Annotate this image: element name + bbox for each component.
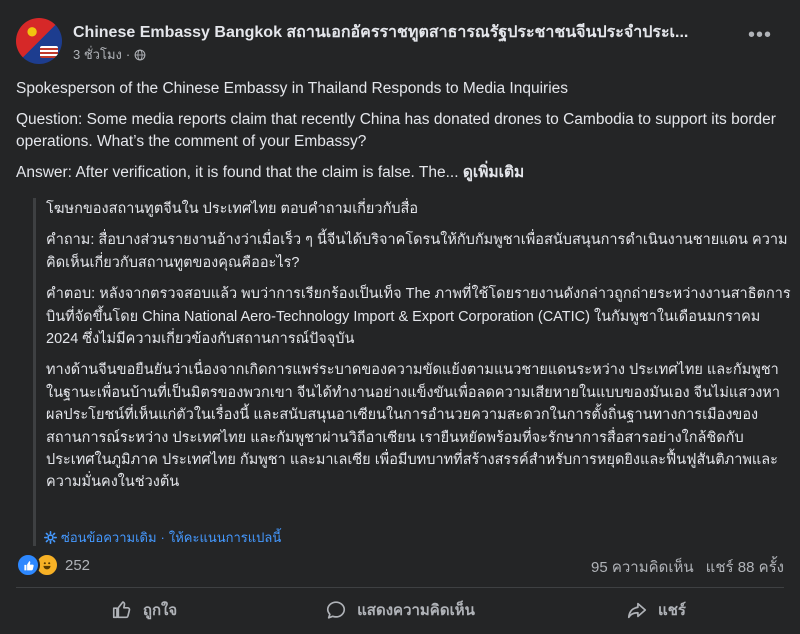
meta-separator: · — [125, 47, 131, 62]
translation-paragraph: คำตอบ: หลังจากตรวจสอบแล้ว พบว่าการเรียกร… — [46, 286, 791, 348]
share-icon — [627, 602, 647, 619]
link-separator: · — [160, 530, 165, 545]
share-count-link[interactable]: แชร์ 88 ครั้ง — [706, 555, 784, 579]
post-paragraph-answer: Answer: After verification, it is found … — [16, 162, 784, 184]
comment-label: แสดงความคิดเห็น — [357, 602, 475, 619]
post-actions: ถูกใจ แสดงความคิดเห็น แชร์ — [16, 590, 784, 630]
engagement-counts: 95 ความคิดเห็น แชร์ 88 ครั้ง — [591, 555, 784, 579]
rate-translation-link[interactable]: ให้คะแนนการแปลนี้ — [169, 527, 281, 548]
post-header: Chinese Embassy Bangkok สถานเอกอัครราชทู… — [16, 18, 784, 66]
post-meta: 3 ชั่วโมง · — [73, 44, 146, 65]
share-button[interactable]: แชร์ — [528, 590, 784, 630]
translation-paragraph: คำถาม: สื่อบางส่วนรายงานอ้างว่าเมื่อเร็ว… — [46, 232, 788, 271]
post-body: Spokesperson of the Chinese Embassy in T… — [16, 78, 784, 193]
comment-count-link[interactable]: 95 ความคิดเห็น — [591, 555, 694, 579]
page-name-link[interactable]: Chinese Embassy Bangkok สถานเอกอัครราชทู… — [73, 20, 753, 45]
like-label: ถูกใจ — [142, 602, 178, 619]
thumbs-up-icon — [112, 601, 131, 619]
globe-icon — [134, 49, 146, 60]
post-timestamp[interactable]: 3 ชั่วโมง — [73, 44, 122, 65]
reaction-count: 252 — [65, 556, 91, 574]
post-card: Chinese Embassy Bangkok สถานเอกอัครราชทู… — [0, 0, 800, 634]
answer-text: Answer: After verification, it is found … — [16, 164, 459, 181]
comment-button[interactable]: แสดงความคิดเห็น — [272, 590, 528, 630]
gear-icon[interactable] — [44, 531, 57, 544]
hide-original-link[interactable]: ซ่อนข้อความเดิม — [61, 527, 157, 548]
more-options-button[interactable]: ••• — [748, 25, 772, 45]
like-button[interactable]: ถูกใจ — [16, 590, 272, 630]
translation-block: โฆษกของสถานทูตจีนใน ประเทศไทย ตอบคำถามเก… — [33, 198, 791, 546]
post-stats: 252 95 ความคิดเห็น แชร์ 88 ครั้ง — [16, 553, 784, 577]
post-paragraph-title: Spokesperson of the Chinese Embassy in T… — [16, 80, 569, 97]
like-reaction-icon — [16, 553, 40, 577]
action-divider — [16, 587, 784, 588]
translation-paragraph: โฆษกของสถานทูตจีนใน ประเทศไทย ตอบคำถามเก… — [46, 201, 419, 217]
post-paragraph-question: Question: Some media reports claim that … — [16, 111, 776, 150]
page-avatar[interactable] — [16, 18, 62, 64]
translation-paragraph: ทางด้านจีนขอยืนยันว่าเนื่องจากเกิดการแพร… — [46, 362, 781, 491]
share-label: แชร์ — [658, 602, 686, 619]
translation-controls: ซ่อนข้อความเดิม · ให้คะแนนการแปลนี้ — [44, 527, 281, 548]
see-more-link[interactable]: ดูเพิ่มเติม — [463, 164, 524, 181]
comment-icon — [327, 601, 346, 619]
reactions-summary[interactable]: 252 — [16, 553, 90, 577]
